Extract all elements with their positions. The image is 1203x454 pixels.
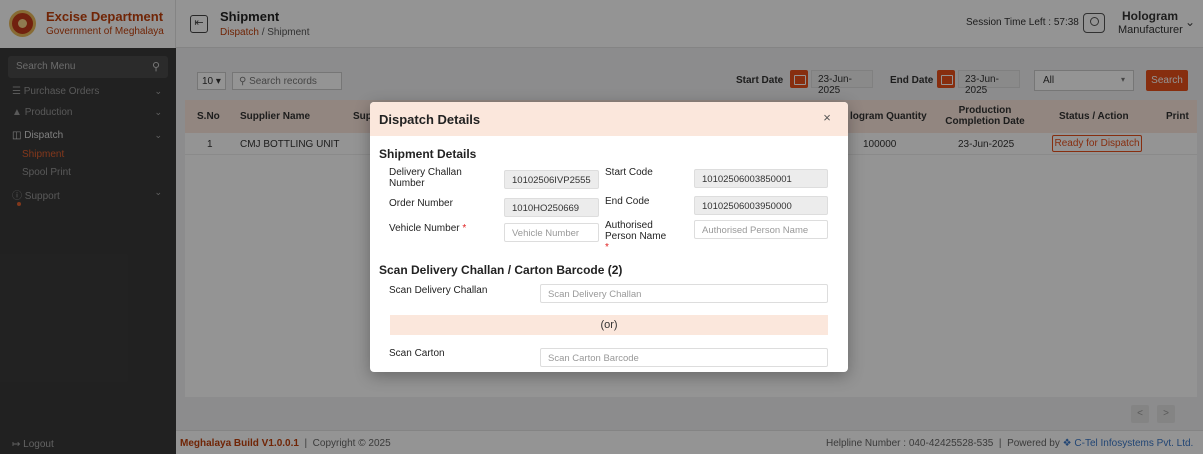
vehicle-label: Vehicle Number * [389, 223, 467, 234]
scan-challan-input[interactable]: Scan Delivery Challan [540, 284, 828, 303]
challan-number-field: 10102506IVP2555 [504, 170, 599, 189]
authorised-person-input[interactable]: Authorised Person Name [694, 220, 828, 239]
start-code-label: Start Code [605, 167, 653, 178]
order-label: Order Number [389, 198, 453, 209]
close-icon[interactable]: × [820, 110, 834, 126]
end-code-label: End Code [605, 196, 650, 207]
vehicle-number-input[interactable]: Vehicle Number [504, 223, 599, 242]
challan-label: Delivery Challan Number [389, 167, 462, 189]
end-code-field: 10102506003950000 [694, 196, 828, 215]
modal-header: Dispatch Details × [370, 102, 848, 136]
modal-title: Dispatch Details [379, 112, 481, 127]
scan-challan-label: Scan Delivery Challan [389, 285, 488, 296]
dispatch-details-modal: Dispatch Details × Shipment Details Deli… [370, 102, 848, 372]
order-number-field: 1010HO250669 [504, 198, 599, 217]
scan-carton-label: Scan Carton [389, 348, 445, 359]
app-root: Excise Department Government of Meghalay… [0, 0, 1203, 454]
section-scan: Scan Delivery Challan / Carton Barcode (… [379, 263, 623, 277]
start-code-field: 10102506003850001 [694, 169, 828, 188]
section-shipment-details: Shipment Details [379, 147, 477, 161]
scan-carton-input[interactable]: Scan Carton Barcode [540, 348, 828, 367]
authorised-person-label: Authorised Person Name * [605, 220, 667, 253]
or-divider: (or) [390, 315, 828, 335]
